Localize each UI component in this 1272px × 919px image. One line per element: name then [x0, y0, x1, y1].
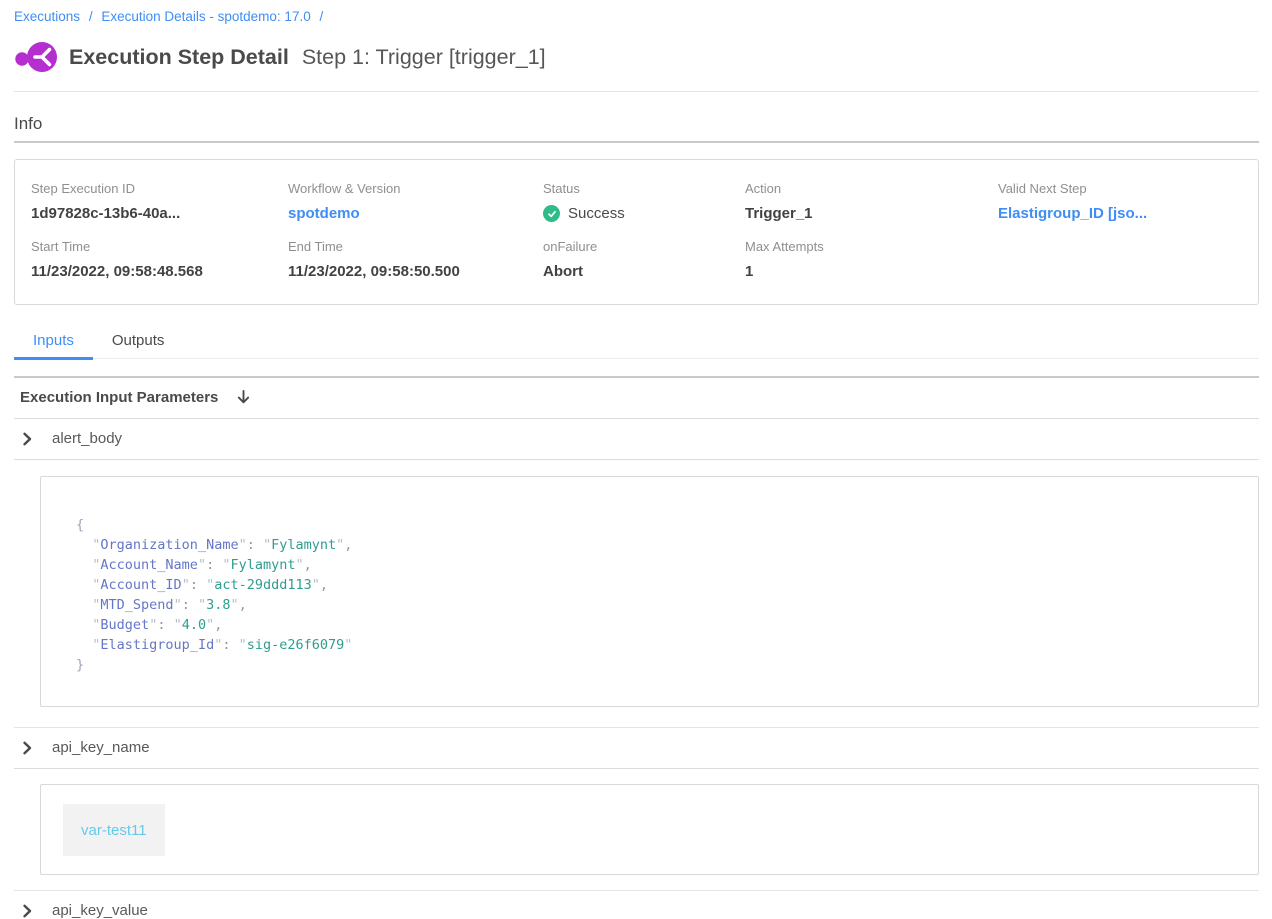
field-label: Valid Next Step — [998, 181, 1242, 196]
section-label-alert-body: alert_body — [52, 430, 122, 447]
status-text: Success — [568, 205, 625, 222]
execution-step-detail-page: Executions / Execution Details - spotdem… — [0, 0, 1272, 919]
section-row-api-key-value[interactable]: api_key_value — [14, 891, 1259, 919]
execution-input-parameters-title: Execution Input Parameters — [20, 389, 218, 406]
section-label-api-key-name: api_key_name — [52, 739, 150, 756]
section-row-alert-body[interactable]: alert_body — [14, 419, 1259, 460]
tab-outputs[interactable]: Outputs — [93, 330, 184, 360]
field-label: onFailure — [543, 239, 745, 254]
page-title: Execution Step Detail — [69, 45, 289, 70]
field-value: 11/23/2022, 09:58:50.500 — [288, 263, 543, 280]
info-field-max-attempts: Max Attempts 1 — [745, 239, 998, 280]
api-key-name-panel: var-test11 — [40, 784, 1259, 875]
tab-inputs[interactable]: Inputs — [14, 330, 93, 360]
field-label: Start Time — [31, 239, 288, 254]
info-card: Step Execution ID 1d97828c-13b6-40a... W… — [14, 159, 1259, 305]
field-label: Max Attempts — [745, 239, 998, 254]
valid-next-step-link[interactable]: Elastigroup_ID [jso... — [998, 205, 1147, 222]
breadcrumb-link-executions[interactable]: Executions — [14, 9, 80, 24]
chevron-right-icon — [20, 904, 34, 918]
field-value: 1 — [745, 263, 998, 280]
section-label-api-key-value: api_key_value — [52, 902, 148, 919]
info-field-empty — [998, 239, 1242, 280]
alert-body-code-panel: { "Organization_Name": "Fylamynt", "Acco… — [40, 476, 1259, 707]
chevron-right-icon — [20, 741, 34, 755]
download-arrow-icon[interactable] — [235, 389, 252, 406]
info-field-start-time: Start Time 11/23/2022, 09:58:48.568 — [31, 239, 288, 280]
json-code-block: { "Organization_Name": "Fylamynt", "Acco… — [76, 515, 1238, 675]
field-label: End Time — [288, 239, 543, 254]
page-header: Execution Step Detail Step 1: Trigger [t… — [14, 39, 1259, 75]
info-field-action: Action Trigger_1 — [745, 181, 998, 223]
info-field-step-execution-id: Step Execution ID 1d97828c-13b6-40a... — [31, 181, 288, 223]
section-row-api-key-name[interactable]: api_key_name — [14, 728, 1259, 769]
breadcrumb-separator: / — [319, 9, 323, 24]
info-field-end-time: End Time 11/23/2022, 09:58:50.500 — [288, 239, 543, 280]
field-value: Trigger_1 — [745, 205, 998, 222]
success-check-icon — [543, 205, 560, 222]
info-heading-rule — [14, 141, 1259, 143]
field-label: Action — [745, 181, 998, 196]
field-value: Abort — [543, 263, 745, 280]
field-label: Step Execution ID — [31, 181, 288, 196]
breadcrumb-link-execution-details[interactable]: Execution Details - spotdemo: 17.0 — [101, 9, 310, 24]
breadcrumb: Executions / Execution Details - spotdem… — [14, 0, 1259, 24]
title-divider — [14, 91, 1259, 92]
field-label: Status — [543, 181, 745, 196]
info-field-onfailure: onFailure Abort — [543, 239, 745, 280]
info-field-workflow-version: Workflow & Version spotdemo — [288, 181, 543, 223]
field-label: Workflow & Version — [288, 181, 543, 196]
chevron-right-icon — [20, 432, 34, 446]
breadcrumb-separator: / — [89, 9, 93, 24]
field-value: 11/23/2022, 09:58:48.568 — [31, 263, 288, 280]
workflow-step-icon — [14, 39, 58, 75]
tab-bar: Inputs Outputs — [14, 330, 1259, 359]
info-field-status: Status Success — [543, 181, 745, 223]
page-subtitle: Step 1: Trigger [trigger_1] — [302, 45, 546, 70]
execution-input-parameters-header: Execution Input Parameters — [14, 378, 1259, 419]
status-badge: Success — [543, 205, 745, 222]
workflow-link[interactable]: spotdemo — [288, 205, 360, 222]
field-value: 1d97828c-13b6-40a... — [31, 205, 288, 222]
info-field-valid-next-step: Valid Next Step Elastigroup_ID [jso... — [998, 181, 1242, 223]
api-key-name-value: var-test11 — [63, 804, 165, 856]
info-heading: Info — [14, 114, 1259, 134]
